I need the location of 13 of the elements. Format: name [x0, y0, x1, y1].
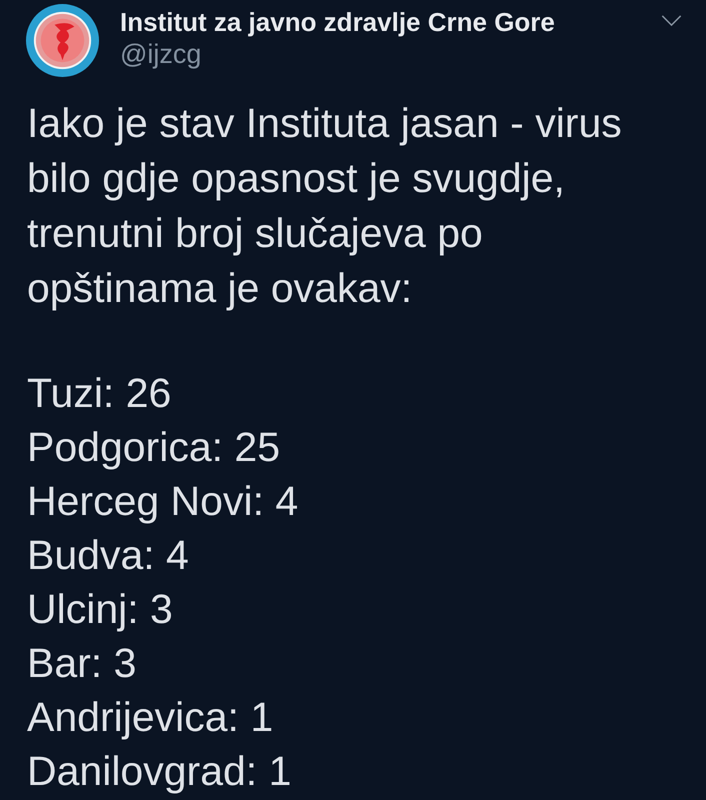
author-handle[interactable]: @ijzcg — [120, 38, 555, 70]
case-count-line: Tuzi: 26 — [27, 369, 172, 418]
case-count-line: Bar: 3 — [27, 639, 136, 688]
case-count-line: Danilovgrad: 1 — [27, 747, 292, 796]
case-count-line: Andrijevica: 1 — [27, 693, 274, 742]
author-name[interactable]: Institut za javno zdravlje Crne Gore — [120, 7, 555, 37]
case-count-line: Budva: 4 — [27, 531, 189, 580]
case-count-line: Ulcinj: 3 — [27, 585, 173, 634]
institute-logo-icon[interactable] — [25, 3, 100, 78]
tweet-text: Iako je stav Instituta jasan - virus bilo gdje opasnost je svugdje, trenutni broj slučajeva po opštinama je ovakav: — [27, 99, 623, 313]
case-count-line: Herceg Novi: 4 — [27, 477, 298, 526]
chevron-down-icon[interactable] — [661, 15, 682, 26]
case-count-line: Podgorica: 25 — [27, 423, 280, 472]
